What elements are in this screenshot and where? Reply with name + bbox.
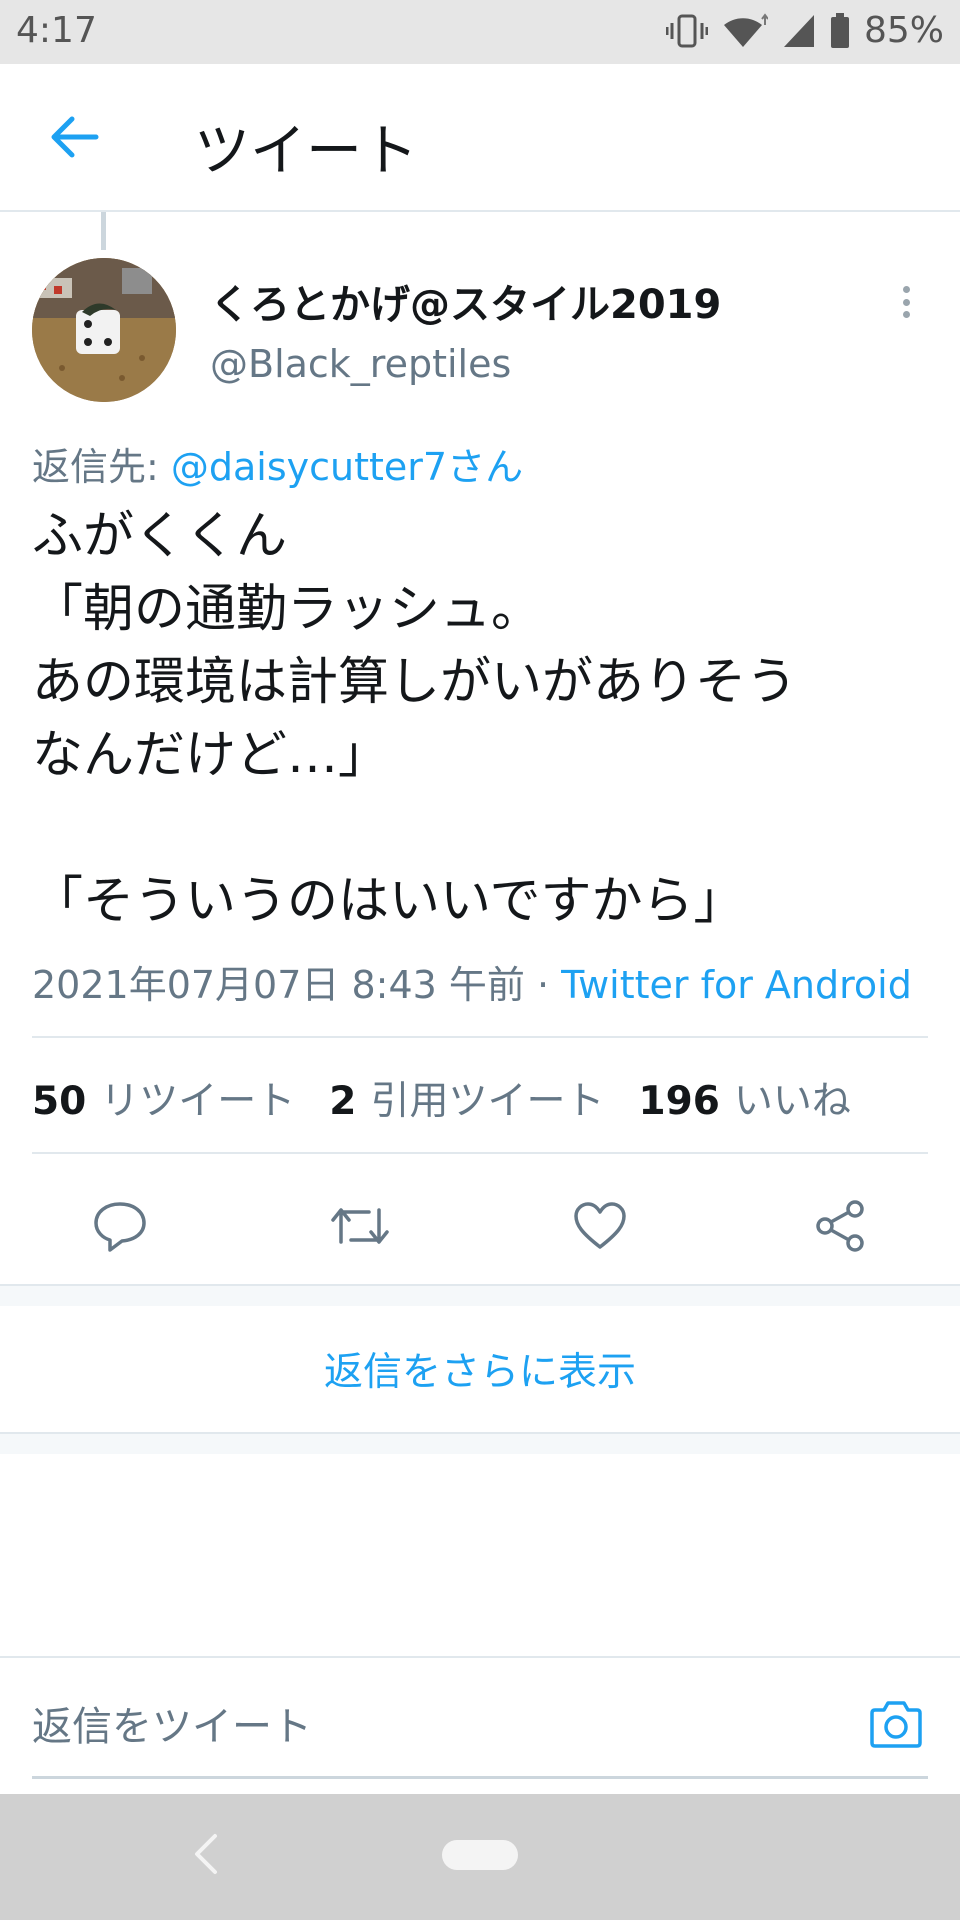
camera-icon xyxy=(870,1701,922,1748)
share-icon xyxy=(816,1200,864,1252)
battery-icon xyxy=(830,12,850,49)
battery-percent: 85% xyxy=(863,10,944,51)
reply-button[interactable] xyxy=(80,1186,160,1266)
reply-to: 返信先: @daisycutter7さん xyxy=(32,436,523,491)
section-gap xyxy=(0,1284,960,1306)
likes-label: いいね xyxy=(733,1079,851,1124)
system-back-button[interactable] xyxy=(176,1824,236,1884)
reply-input[interactable]: 返信をツイート xyxy=(32,1694,812,1754)
likes-stat[interactable]: 196 いいね xyxy=(638,1070,850,1126)
more-dot-icon xyxy=(902,286,910,293)
author-display-name[interactable]: くろとかげ@スタイル2019 xyxy=(210,272,721,330)
system-home-button[interactable] xyxy=(442,1840,518,1870)
retweets-label: リツイート xyxy=(100,1079,296,1124)
more-options-button[interactable] xyxy=(886,282,926,322)
tweet-source-link[interactable]: Twitter for Android xyxy=(561,963,912,1007)
signal-icon xyxy=(782,13,816,49)
quotes-label: 引用ツイート xyxy=(370,1079,605,1124)
system-nav-bar xyxy=(0,1794,960,1920)
author-handle[interactable]: @Black_reptiles xyxy=(210,342,511,386)
status-bar: 4:17 85% xyxy=(0,0,960,64)
tweet-actions xyxy=(0,1186,960,1286)
compose-bar: 返信をツイート xyxy=(0,1656,960,1792)
timestamp-separator: · xyxy=(524,963,562,1007)
retweets-count: 50 xyxy=(32,1079,87,1124)
like-button[interactable] xyxy=(560,1186,640,1266)
more-dot-icon xyxy=(902,311,910,318)
reply-icon xyxy=(94,1202,146,1252)
chevron-left-icon xyxy=(195,1834,217,1874)
status-icons: 85% xyxy=(665,10,944,51)
divider xyxy=(32,1152,928,1154)
tweet-text: ふがくくん 「朝の通勤ラッシュ。 あの環境は計算しがいがありそう なんだけど…」… xyxy=(32,507,798,931)
avatar[interactable] xyxy=(32,258,176,402)
thread-line xyxy=(101,212,106,250)
tweet-stats: 50 リツイート 2 引用ツイート 196 いいね xyxy=(32,1070,851,1126)
status-time: 4:17 xyxy=(16,10,97,51)
timestamp-text: 2021年07月07日 8:43 午前 xyxy=(32,963,525,1007)
section-gap xyxy=(0,1432,960,1454)
page-title: ツイート xyxy=(194,119,418,184)
reply-to-mention[interactable]: @daisycutter7さん xyxy=(171,445,523,489)
wifi-icon xyxy=(722,12,768,49)
vibrate-icon xyxy=(665,13,708,49)
quotes-count: 2 xyxy=(329,1079,357,1124)
reply-to-label: 返信先: xyxy=(32,445,171,489)
retweets-stat[interactable]: 50 リツイート xyxy=(32,1070,295,1126)
retweet-button[interactable] xyxy=(320,1186,400,1266)
show-more-replies-button[interactable]: 返信をさらに表示 xyxy=(0,1306,960,1432)
more-dot-icon xyxy=(902,298,910,306)
divider xyxy=(32,1036,928,1038)
like-icon xyxy=(574,1202,626,1249)
quotes-stat[interactable]: 2 引用ツイート xyxy=(329,1070,604,1126)
app-bar: ツイート xyxy=(0,64,960,212)
share-button[interactable] xyxy=(800,1186,880,1266)
back-button[interactable] xyxy=(44,106,106,168)
retweet-icon xyxy=(331,1208,389,1244)
arrow-left-icon xyxy=(51,116,99,158)
tweet-timestamp: 2021年07月07日 8:43 午前 · Twitter for Androi… xyxy=(32,954,912,1009)
reply-input-underline xyxy=(32,1776,928,1779)
camera-button[interactable] xyxy=(866,1694,926,1754)
likes-count: 196 xyxy=(638,1079,720,1124)
